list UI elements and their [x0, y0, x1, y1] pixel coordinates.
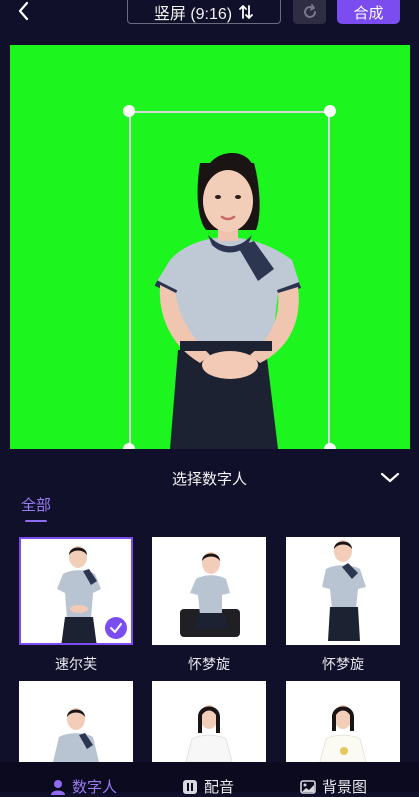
- nav-item-digital-human[interactable]: 数字人: [50, 776, 117, 797]
- avatar-thumbnail: [185, 705, 233, 762]
- collapse-panel-button[interactable]: [378, 468, 402, 488]
- crop-handle-top-left[interactable]: [123, 105, 135, 117]
- avatar-card-4[interactable]: [19, 681, 133, 762]
- orientation-toggle-button[interactable]: 竖屏 (9:16): [127, 0, 281, 24]
- crop-handle-bottom-right[interactable]: [324, 443, 336, 449]
- avatar-card-2[interactable]: [152, 537, 266, 645]
- tab-active-indicator: [25, 520, 47, 522]
- voice-icon: [183, 779, 197, 794]
- bottom-nav: 数字人 配音 背景图: [0, 762, 419, 796]
- image-icon: [300, 779, 316, 794]
- avatar-card-5[interactable]: [152, 681, 266, 762]
- crop-handle-bottom-left[interactable]: [123, 443, 135, 449]
- nav-label: 数字人: [72, 779, 118, 796]
- crop-handle-top-right[interactable]: [324, 105, 336, 117]
- refresh-icon: [303, 4, 316, 18]
- check-icon: [110, 623, 122, 633]
- avatar-thumbnail: [180, 552, 240, 637]
- nav-item-voice[interactable]: 配音: [182, 776, 234, 797]
- nav-label: 配音: [204, 779, 235, 796]
- tab-all[interactable]: 全部: [21, 494, 51, 515]
- avatar-card-3[interactable]: [286, 537, 400, 645]
- refresh-button[interactable]: [293, 0, 326, 24]
- panel-title: 选择数字人: [171, 471, 247, 488]
- avatar-thumbnail: [322, 540, 366, 641]
- nav-label: 背景图: [322, 779, 368, 796]
- top-bar: 竖屏 (9:16) 合成: [0, 0, 419, 30]
- compose-label: 合成: [353, 4, 384, 22]
- selected-check-badge: [105, 617, 127, 639]
- nav-item-background[interactable]: 背景图: [300, 776, 367, 797]
- compose-button[interactable]: 合成: [337, 0, 400, 24]
- swap-vertical-icon: [239, 4, 254, 19]
- avatar-card-1[interactable]: [19, 537, 133, 645]
- avatar-card-6[interactable]: [286, 681, 400, 762]
- avatar-name-2: 怀梦旋: [188, 656, 230, 672]
- crop-frame[interactable]: [129, 111, 330, 449]
- back-button[interactable]: [12, 0, 36, 24]
- chevron-left-icon: [18, 1, 29, 21]
- preview-canvas[interactable]: [10, 45, 410, 449]
- person-icon: [51, 779, 65, 795]
- orientation-label: 竖屏 (9:16): [153, 5, 233, 23]
- avatar-name-3: 怀梦旋: [322, 656, 364, 672]
- avatar-thumbnail: [53, 708, 99, 762]
- chevron-down-icon: [380, 472, 400, 483]
- avatar-name-1: 速尔芙: [55, 656, 97, 672]
- avatar-thumbnail: [319, 705, 367, 762]
